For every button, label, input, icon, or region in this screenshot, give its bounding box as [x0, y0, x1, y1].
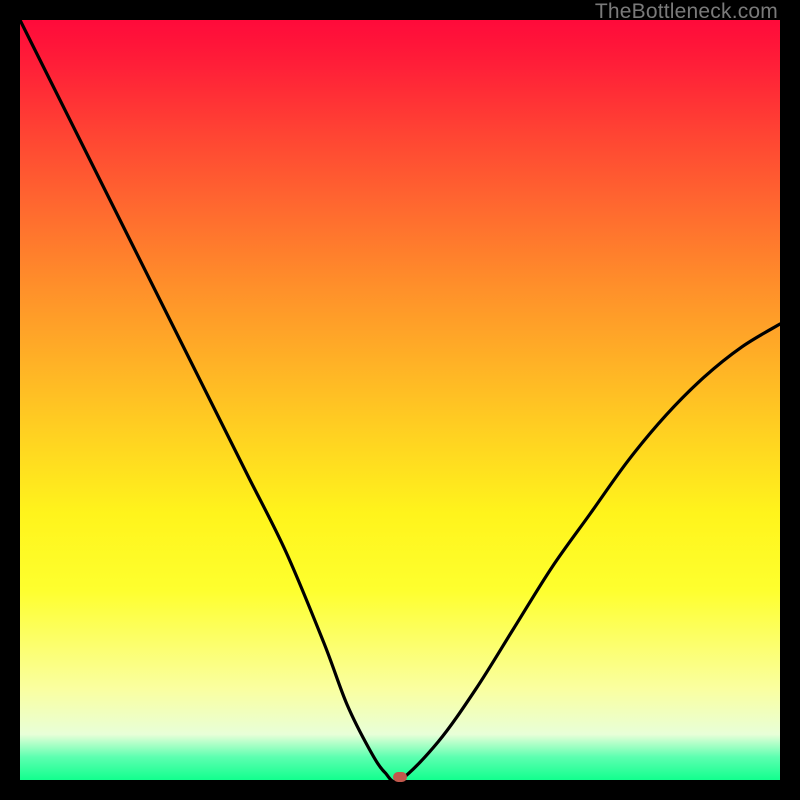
optimum-marker: [393, 772, 407, 782]
chart-frame: TheBottleneck.com: [0, 0, 800, 800]
curve-svg: [20, 20, 780, 780]
plot-area: [20, 20, 780, 780]
bottleneck-curve: [20, 20, 780, 780]
